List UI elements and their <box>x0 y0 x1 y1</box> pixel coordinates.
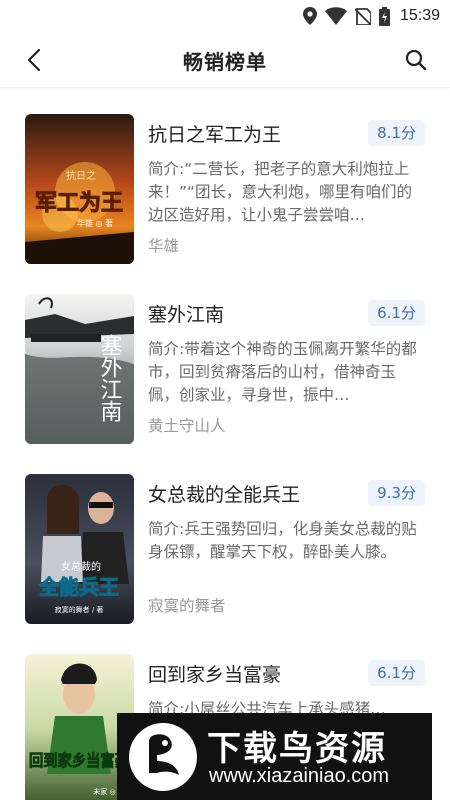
book-item[interactable]: 抗日之 军工为王 华雄 ◎ 著 抗日之军工为王 8.1分 简介:“二营长，把老子… <box>0 88 450 268</box>
score-badge: 8.1分 <box>368 120 425 146</box>
watermark-url: www.xiazainiao.com <box>209 765 390 787</box>
book-title: 回到家乡当富豪 <box>148 664 282 686</box>
watermark-banner: 下载鸟资源 www.xiazainiao.com <box>117 713 432 800</box>
cover-subtitle: 抗日之 <box>66 169 96 182</box>
book-description: 简介:“二营长，把老子的意大利炮拉上来！”“团长，意大利炮，哪里有咱们的边区造好… <box>148 160 413 224</box>
app-header: 畅销榜单 <box>0 32 450 88</box>
book-cover: 抗日之 军工为王 华雄 ◎ 著 <box>25 114 134 264</box>
search-icon <box>405 49 427 71</box>
book-item[interactable]: 塞外江南 塞外江南 6.1分 简介:带着这个神奇的玉佩离开繁华的都市，回到贫瘠落… <box>0 268 450 448</box>
cover-title: 全能兵王 <box>38 575 119 599</box>
book-title: 抗日之军工为王 <box>148 124 282 146</box>
status-icons: 15:39 <box>302 6 440 26</box>
status-bar: 15:39 <box>0 0 450 32</box>
book-title: 女总裁的全能兵王 <box>148 484 301 506</box>
book-item[interactable]: 女总裁的 全能兵王 寂寞的舞者 / 著 女总裁的全能兵王 9.3分 简介:兵王强… <box>0 448 450 628</box>
cover-subtitle: 女总裁的 <box>61 560 101 573</box>
no-sim-icon <box>354 8 371 25</box>
book-cover: 女总裁的 全能兵王 寂寞的舞者 / 著 <box>25 474 134 624</box>
page-title: 畅销榜单 <box>183 50 267 74</box>
cover-author: 寂寞的舞者 / 著 <box>55 605 104 614</box>
book-cover: 塞外江南 <box>25 294 134 444</box>
score-badge: 9.3分 <box>368 480 425 506</box>
score-badge: 6.1分 <box>368 660 425 686</box>
bird-logo-icon <box>129 723 197 791</box>
cover-author: 华雄 ◎ 著 <box>77 218 113 228</box>
book-title: 塞外江南 <box>148 304 225 326</box>
score-badge: 6.1分 <box>368 300 425 326</box>
search-button[interactable] <box>402 46 430 74</box>
book-description: 简介:兵王强势回归，化身美女总裁的贴身保镖，醒掌天下权，醉卧美人膝。 <box>148 520 417 561</box>
book-author: 黄土守山人 <box>148 417 226 435</box>
watermark-title: 下载鸟资源 <box>207 729 387 769</box>
wifi-icon <box>324 7 347 25</box>
status-time: 15:39 <box>399 7 440 24</box>
book-description: 简介:带着这个神奇的玉佩离开繁华的都市，回到贫瘠落后的山村，借神奇玉佩，创家业，… <box>148 340 417 404</box>
cover-title: 军工为王 <box>35 191 123 216</box>
cover-title: 回到家乡当富豪 <box>29 751 129 770</box>
book-author: 寂寞的舞者 <box>148 597 226 615</box>
location-icon <box>302 7 317 25</box>
cover-title: 塞外江南 <box>97 334 123 422</box>
book-author: 华雄 <box>148 237 180 255</box>
battery-icon <box>378 6 390 26</box>
